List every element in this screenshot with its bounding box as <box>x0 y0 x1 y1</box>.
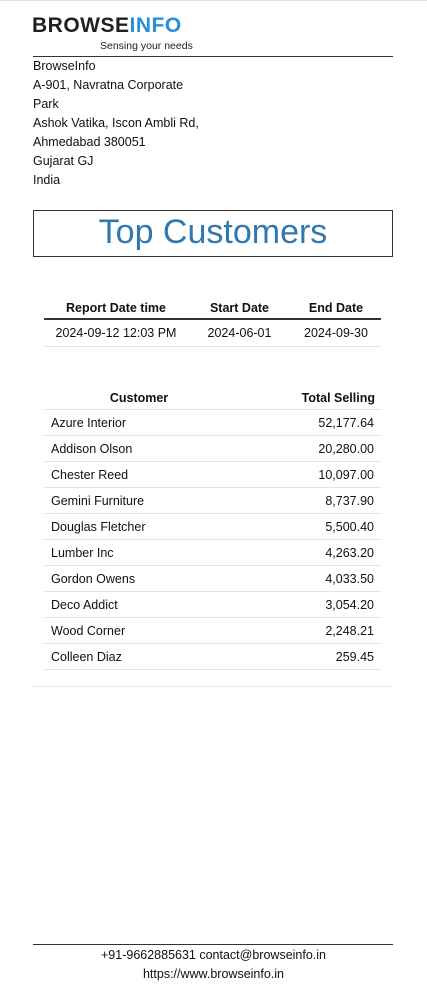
table-row: Gemini Furniture 8,737.90 <box>44 487 381 514</box>
report-meta-table: Report Date time Start Date End Date 202… <box>44 297 381 347</box>
table-row: Colleen Diaz 259.45 <box>44 643 381 670</box>
customer-name: Chester Reed <box>44 461 234 488</box>
total-selling: 10,097.00 <box>234 461 381 488</box>
logo-wordmark: BROWSEINFO <box>32 14 182 38</box>
meta-header-report-datetime: Report Date time <box>44 297 188 320</box>
report-datetime-value: 2024-09-12 12:03 PM <box>44 319 188 347</box>
footer-contact: +91-9662885631 contact@browseinfo.in <box>101 948 326 962</box>
total-selling: 3,054.20 <box>234 591 381 618</box>
address-line: Ahmedabad 380051 <box>33 135 146 149</box>
table-row: Gordon Owens 4,033.50 <box>44 565 381 592</box>
address-line: India <box>33 173 61 187</box>
content-end-divider <box>33 686 393 687</box>
table-row: Addison Olson 20,280.00 <box>44 435 381 462</box>
total-selling: 259.45 <box>234 643 381 670</box>
customer-table: Customer Total Selling Azure Interior 52… <box>44 387 381 670</box>
top-border <box>0 0 427 1</box>
customer-name: Douglas Fletcher <box>44 513 234 540</box>
logo-brand-accent: INFO <box>129 14 182 37</box>
customer-name: Gordon Owens <box>44 565 234 592</box>
table-row: Chester Reed 10,097.00 <box>44 461 381 488</box>
start-date-value: 2024-06-01 <box>188 319 291 347</box>
total-selling: 2,248.21 <box>234 617 381 644</box>
footer-website: https://www.browseinfo.in <box>142 967 285 981</box>
footer-divider <box>33 944 393 945</box>
table-row: Deco Addict 3,054.20 <box>44 591 381 618</box>
total-selling: 4,263.20 <box>234 539 381 566</box>
table-row: Lumber Inc 4,263.20 <box>44 539 381 566</box>
end-date-value: 2024-09-30 <box>291 319 381 347</box>
table-row: Azure Interior 52,177.64 <box>44 409 381 436</box>
address-line: Park <box>33 97 59 111</box>
header-total-selling: Total Selling <box>234 387 381 410</box>
total-selling: 52,177.64 <box>234 409 381 436</box>
address-line: Ashok Vatika, Iscon Ambli Rd, <box>33 116 199 130</box>
customer-name: Wood Corner <box>44 617 234 644</box>
customer-name: Colleen Diaz <box>44 643 234 670</box>
meta-row: 2024-09-12 12:03 PM 2024-06-01 2024-09-3… <box>44 319 381 347</box>
customer-name: Lumber Inc <box>44 539 234 566</box>
total-selling: 20,280.00 <box>234 435 381 462</box>
logo-tagline: Sensing your needs <box>100 40 193 52</box>
address-line: Gujarat GJ <box>33 154 94 168</box>
table-row: Douglas Fletcher 5,500.40 <box>44 513 381 540</box>
customer-name: Addison Olson <box>44 435 234 462</box>
total-selling: 8,737.90 <box>234 487 381 514</box>
table-row: Wood Corner 2,248.21 <box>44 617 381 644</box>
logo-brand-dark: BROWSE <box>32 14 130 37</box>
report-title: Top Customers <box>98 213 328 251</box>
customer-name: Azure Interior <box>44 409 234 436</box>
header-customer: Customer <box>44 387 234 410</box>
customer-name: Gemini Furniture <box>44 487 234 514</box>
meta-header-start-date: Start Date <box>188 297 291 320</box>
company-logo: BROWSEINFO Sensing your needs <box>32 14 202 56</box>
meta-header-row: Report Date time Start Date End Date <box>44 297 381 320</box>
meta-header-end-date: End Date <box>291 297 381 320</box>
report-title-box: Top Customers <box>33 210 393 257</box>
customer-header-row: Customer Total Selling <box>44 387 381 410</box>
customer-name: Deco Addict <box>44 591 234 618</box>
total-selling: 5,500.40 <box>234 513 381 540</box>
company-address: BrowseInfo A-901, Navratna Corporate Par… <box>33 57 199 190</box>
address-line: BrowseInfo <box>33 59 96 73</box>
address-line: A-901, Navratna Corporate <box>33 78 184 92</box>
total-selling: 4,033.50 <box>234 565 381 592</box>
